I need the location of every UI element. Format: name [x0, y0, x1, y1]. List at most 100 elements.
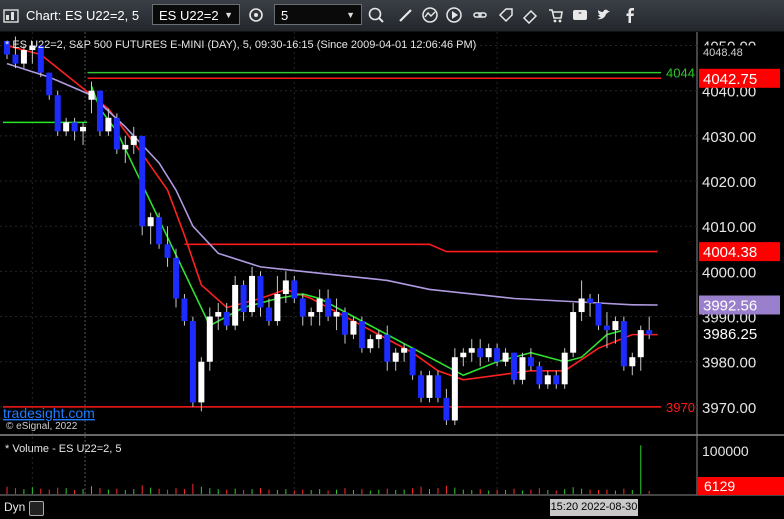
candle-body — [105, 117, 112, 132]
candle-body — [274, 293, 281, 322]
symbol-select[interactable]: ES U22=2 ▼ — [152, 4, 240, 25]
candle-body — [561, 352, 568, 385]
volume-header: * Volume - ES U22=2, 5 — [5, 443, 121, 455]
volume-last-label: 6129 — [704, 478, 735, 494]
chart-area[interactable]: 40443970 3970.003980.003990.004000.00401… — [0, 32, 784, 519]
candle-body — [375, 334, 382, 340]
candle-body — [156, 217, 163, 245]
window-icon-box[interactable] — [2, 0, 20, 31]
candle-body — [587, 298, 594, 304]
play-icon[interactable] — [444, 5, 464, 25]
candle-body — [367, 339, 374, 349]
candle-body — [12, 54, 19, 64]
candle-body — [502, 352, 509, 362]
candle-body — [409, 348, 416, 376]
candle-body — [198, 361, 205, 403]
candle-body — [325, 298, 332, 317]
candle-body — [249, 275, 256, 313]
price-marker-label: 4042.75 — [703, 71, 757, 88]
candle-body — [122, 144, 129, 150]
candle-body — [282, 280, 289, 294]
candle-body — [164, 244, 171, 258]
scroll-toggle-icon[interactable] — [29, 501, 44, 516]
candle-body — [595, 303, 602, 326]
price-tick-label: 3980.00 — [702, 355, 756, 372]
candle-body — [485, 348, 492, 358]
interval-value: 5 — [281, 8, 289, 23]
price-panel[interactable] — [0, 32, 697, 434]
price-marker-label: 3986.25 — [703, 326, 757, 343]
candle-body — [316, 298, 323, 313]
level-label: 3970 — [666, 400, 695, 415]
candle-body — [570, 312, 577, 353]
candle-body — [443, 397, 450, 421]
chevron-down-icon: ▼ — [224, 10, 233, 20]
candle-body — [342, 312, 348, 335]
refresh-icon[interactable] — [246, 5, 266, 25]
candle-body — [646, 330, 653, 335]
candle-body — [451, 357, 458, 421]
candle-body — [426, 375, 433, 398]
candle-body — [418, 375, 425, 398]
candle-body — [468, 348, 475, 353]
candle-body — [181, 298, 188, 322]
toolbar: Chart: ES U22=2, 5 ES U22=2 ▼ 5 ▼ " — [0, 0, 784, 32]
price-marker-label: 3992.56 — [703, 297, 757, 314]
candle-body — [511, 352, 517, 380]
candle-body — [113, 117, 120, 150]
candle-body — [54, 95, 61, 132]
level-label: 4044 — [666, 66, 695, 81]
tag-icon[interactable] — [496, 5, 516, 25]
candle-body — [637, 330, 644, 358]
candle-body — [333, 312, 340, 317]
price-tick-label: 4010.00 — [702, 219, 756, 236]
candle-body — [147, 217, 154, 227]
interval-select[interactable]: 5 ▼ — [274, 4, 362, 25]
candle-body — [257, 275, 264, 308]
candle-body — [519, 357, 526, 380]
candle-body — [494, 348, 501, 362]
candle-body — [384, 334, 391, 362]
draw-pencil-icon[interactable] — [396, 5, 416, 25]
link-icon[interactable] — [470, 5, 490, 25]
candle-body — [350, 321, 357, 335]
twitter-icon[interactable] — [594, 5, 614, 25]
svg-text:": " — [578, 11, 581, 21]
price-tick-label: 4000.00 — [702, 264, 756, 281]
price-marker-label: 4048.48 — [703, 47, 743, 59]
price-tick-label: 4030.00 — [702, 129, 756, 146]
cursor-date-label: 15:20 2022-08-30 — [550, 499, 638, 516]
price-marker-label: 4004.38 — [703, 244, 757, 261]
candle-body — [240, 284, 247, 313]
candle-body — [96, 90, 103, 132]
study-icon[interactable] — [420, 5, 440, 25]
candle-body — [139, 135, 146, 227]
candle-body — [434, 375, 441, 398]
candle-body — [527, 357, 534, 367]
candle-body — [603, 325, 610, 331]
candle-body — [553, 375, 560, 385]
quote-icon[interactable]: " — [570, 5, 590, 25]
candle-body — [173, 257, 179, 299]
search-icon[interactable] — [366, 5, 386, 25]
candle-body — [206, 316, 213, 362]
candle-body — [477, 348, 484, 358]
facebook-icon[interactable] — [620, 5, 640, 25]
candle-body — [308, 312, 315, 317]
candle-body — [392, 352, 399, 362]
candle-body — [46, 72, 53, 96]
price-tick-label: 4020.00 — [702, 174, 756, 191]
dyn-label: Dyn — [4, 500, 26, 514]
chart-header: * ES U22=2, S&P 500 FUTURES E-MINI (DAY)… — [5, 39, 476, 51]
candle-body — [544, 375, 551, 385]
candle-body — [629, 357, 636, 367]
cart-icon[interactable] — [546, 5, 566, 25]
chevron-down-icon: ▼ — [346, 10, 355, 20]
symbol-value: ES U22=2 — [159, 8, 219, 23]
eraser-icon[interactable] — [520, 5, 540, 25]
candle-body — [291, 280, 298, 299]
bottom-bar: Dyn 15:20 2022-08-30 — [0, 497, 784, 519]
candle-body — [401, 348, 408, 353]
candle-body — [20, 50, 27, 64]
candle-body — [265, 307, 272, 322]
